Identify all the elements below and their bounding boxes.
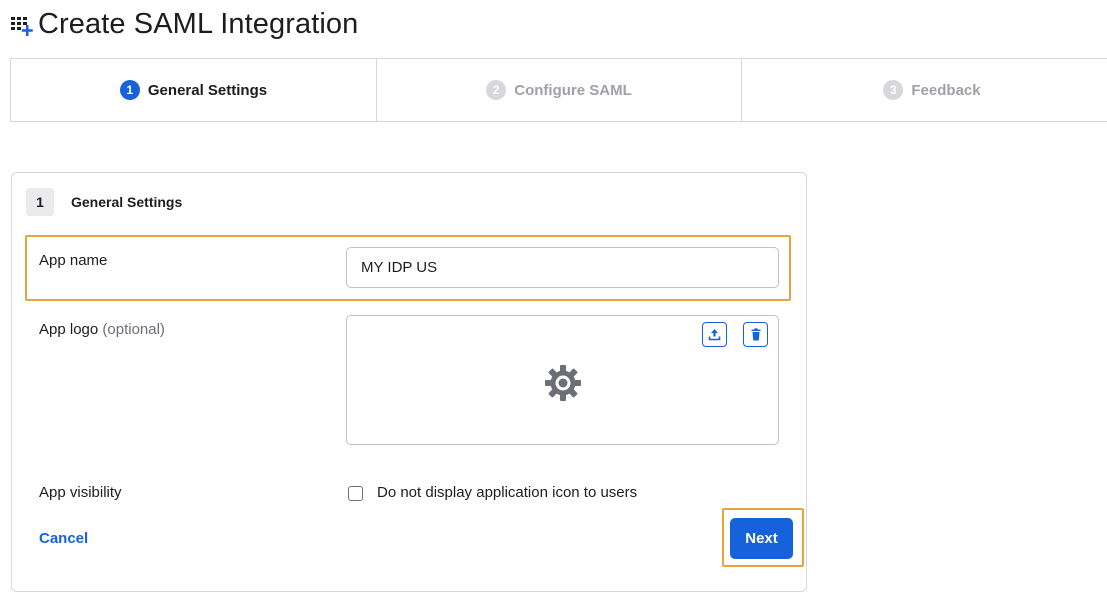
step-configure-saml[interactable]: 2 Configure SAML — [377, 59, 742, 121]
next-button[interactable]: Next — [730, 518, 793, 559]
page-header: Create SAML Integration — [8, 4, 358, 44]
step-feedback[interactable]: 3 Feedback — [742, 59, 1107, 121]
app-name-input[interactable] — [346, 247, 779, 288]
step-label: Feedback — [911, 81, 981, 99]
hide-icon-checkbox[interactable] — [348, 486, 363, 501]
page-title: Create SAML Integration — [38, 7, 359, 40]
upload-icon — [708, 329, 721, 341]
trash-icon — [751, 328, 760, 341]
cancel-button[interactable]: Cancel — [39, 530, 88, 547]
upload-logo-button[interactable] — [702, 322, 727, 347]
app-visibility-label: App visibility — [39, 484, 122, 501]
add-app-grid-icon — [11, 17, 33, 36]
section-title: General Settings — [71, 194, 183, 210]
gear-icon — [545, 365, 581, 401]
step-number: 3 — [883, 80, 904, 100]
section-header: 1 General Settings — [26, 188, 182, 216]
step-number: 2 — [486, 80, 507, 100]
step-label: Configure SAML — [514, 81, 632, 99]
delete-logo-button[interactable] — [743, 322, 768, 347]
step-general-settings[interactable]: 1 General Settings — [11, 59, 377, 121]
section-number: 1 — [26, 188, 54, 216]
wizard-stepper: 1 General Settings 2 Configure SAML 3 Fe… — [10, 58, 1107, 122]
optional-hint: (optional) — [102, 321, 165, 338]
step-label: General Settings — [147, 81, 268, 99]
step-number: 1 — [119, 80, 140, 100]
app-name-label: App name — [39, 252, 108, 269]
hide-icon-checkbox-label[interactable]: Do not display application icon to users — [377, 484, 637, 501]
app-logo-dropzone[interactable] — [346, 315, 779, 445]
app-logo-label: App logo (optional) — [39, 321, 165, 338]
app-logo-label-text: App logo — [39, 321, 99, 338]
